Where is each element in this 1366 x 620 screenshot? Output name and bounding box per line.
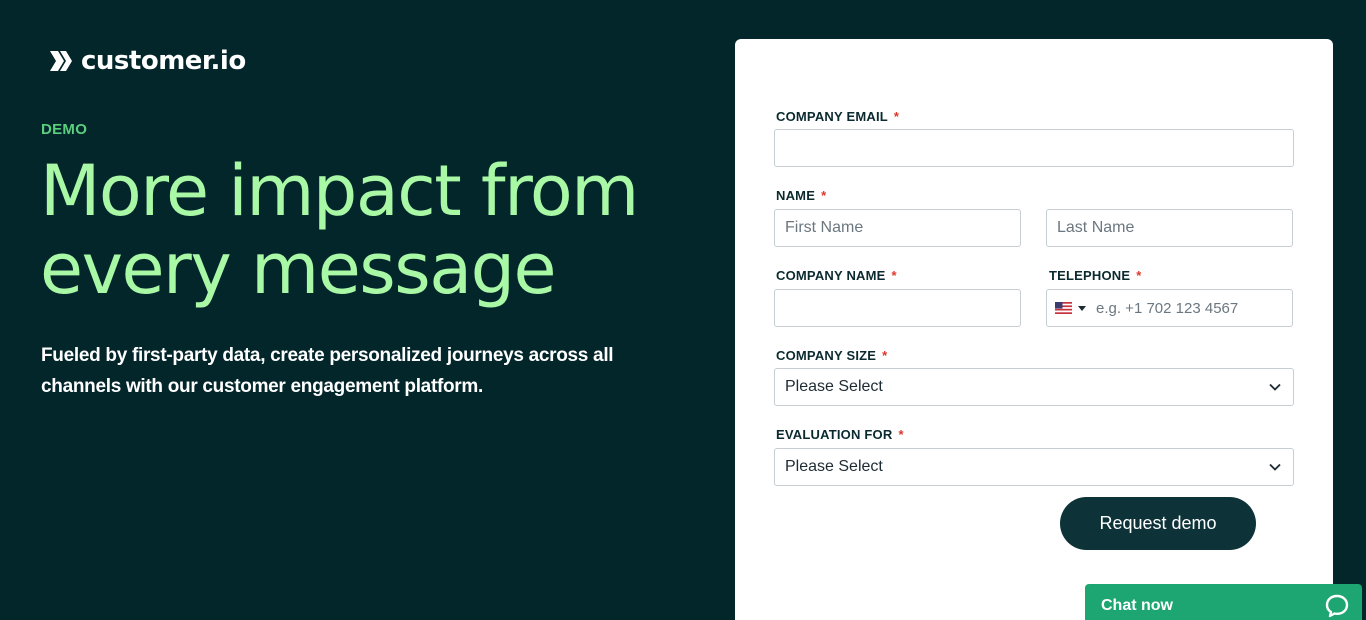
- brand-name: customer.io: [81, 46, 246, 76]
- company-name-label: COMPANY NAME *: [776, 268, 897, 283]
- company-name-label-text: COMPANY NAME: [776, 268, 886, 283]
- name-label: NAME *: [776, 188, 826, 203]
- headline-line-2: every message: [40, 228, 557, 310]
- chevron-down-icon: [1269, 463, 1281, 471]
- telephone-label: TELEPHONE *: [1049, 268, 1142, 283]
- caret-down-icon: [1078, 305, 1086, 311]
- required-marker: *: [821, 188, 827, 203]
- brand-logo[interactable]: customer.io: [48, 46, 246, 76]
- required-marker: *: [891, 268, 897, 283]
- first-name-input[interactable]: [774, 209, 1021, 247]
- name-label-text: NAME: [776, 188, 816, 203]
- demo-request-form: COMPANY EMAIL * NAME * COMPANY NAME * TELEP…: [735, 39, 1333, 620]
- company-size-select[interactable]: Please Select: [774, 368, 1294, 406]
- company-email-label-text: COMPANY EMAIL: [776, 109, 888, 124]
- company-size-label-text: COMPANY SIZE: [776, 348, 877, 363]
- company-email-input[interactable]: [774, 129, 1294, 167]
- chat-now-label: Chat now: [1101, 597, 1173, 614]
- headline-line-1: More impact from: [40, 150, 639, 232]
- evaluation-for-label-text: EVALUATION FOR: [776, 427, 893, 442]
- chevron-down-icon: [1269, 383, 1281, 391]
- country-code-selector[interactable]: [1047, 290, 1096, 326]
- eyebrow-label: DEMO: [41, 121, 88, 138]
- request-demo-button[interactable]: Request demo: [1060, 497, 1256, 550]
- evaluation-for-label: EVALUATION FOR *: [776, 427, 904, 442]
- required-marker: *: [893, 109, 900, 124]
- subtext-line-2: channels with our customer engagement pl…: [41, 376, 483, 397]
- last-name-input[interactable]: [1046, 209, 1293, 247]
- evaluation-for-select[interactable]: Please Select: [774, 448, 1294, 486]
- required-marker: *: [898, 427, 904, 442]
- page-headline: More impact from every message: [40, 152, 700, 308]
- company-email-label: COMPANY EMAIL *: [776, 109, 899, 124]
- us-flag-icon: [1055, 302, 1072, 314]
- telephone-field: [1046, 289, 1293, 327]
- company-size-selected: Please Select: [785, 378, 883, 395]
- company-size-label: COMPANY SIZE *: [776, 348, 887, 363]
- required-marker: *: [1136, 268, 1142, 283]
- subtext-line-1: Fueled by first-party data, create perso…: [41, 345, 614, 366]
- evaluation-for-selected: Please Select: [785, 458, 883, 475]
- company-name-input[interactable]: [774, 289, 1021, 327]
- hero-subtext: Fueled by first-party data, create perso…: [41, 340, 641, 402]
- chat-now-widget[interactable]: Chat now: [1085, 584, 1362, 620]
- customerio-logo-icon: [50, 51, 72, 71]
- required-marker: *: [882, 348, 888, 363]
- telephone-input[interactable]: [1096, 290, 1276, 326]
- chat-bubble-icon: [1325, 594, 1349, 618]
- telephone-label-text: TELEPHONE: [1049, 268, 1131, 283]
